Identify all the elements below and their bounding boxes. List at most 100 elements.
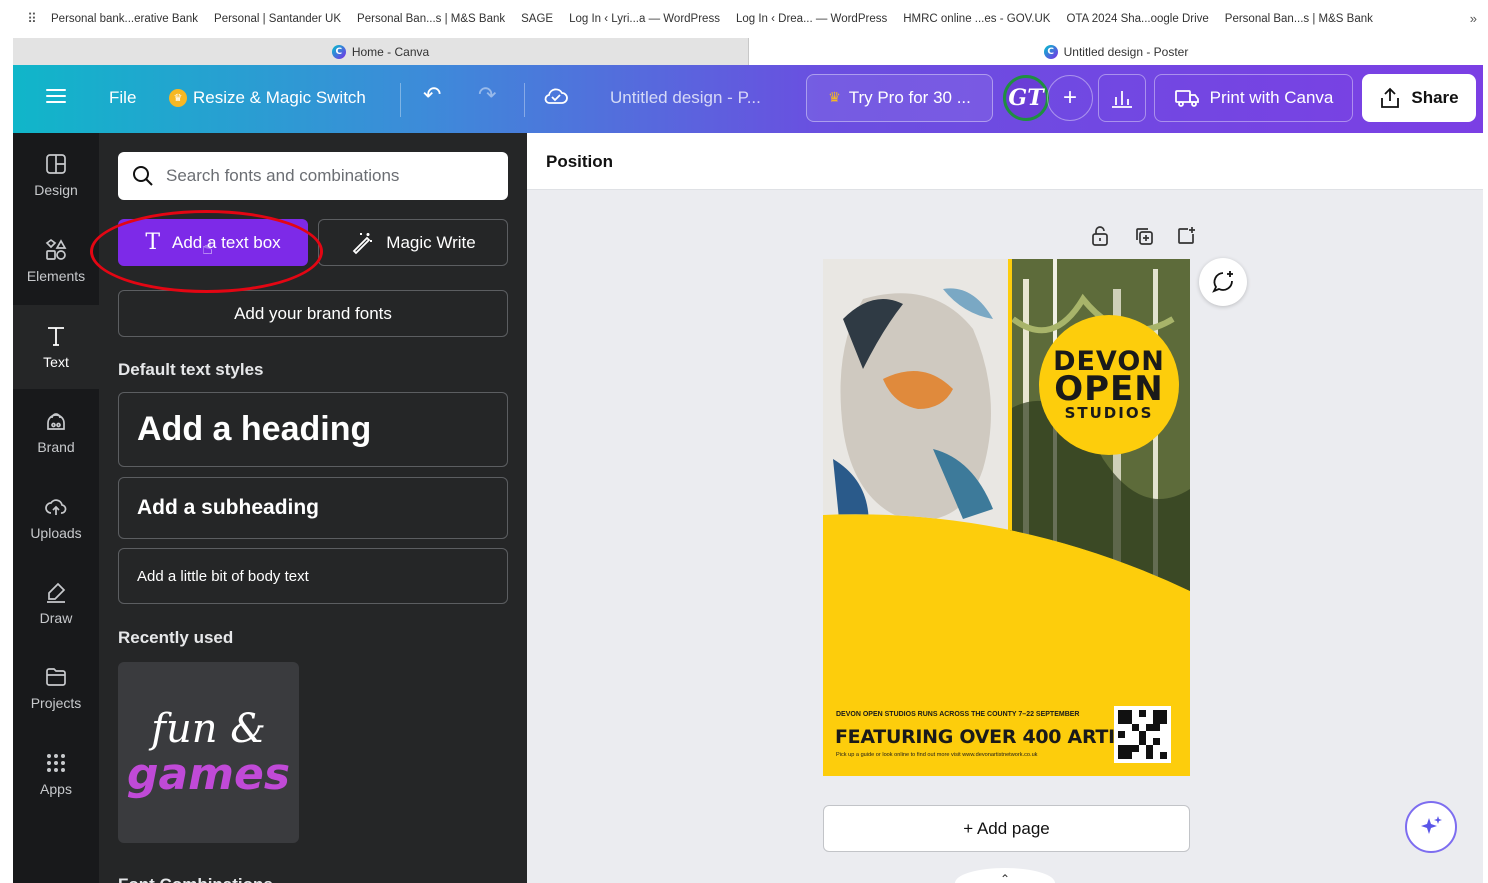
share-button[interactable]: Share [1362, 74, 1476, 122]
apps-icon [47, 754, 65, 772]
magic-wand-icon [353, 232, 373, 254]
projects-icon [46, 668, 66, 686]
apps-grid-icon[interactable]: ⠿ [13, 11, 51, 27]
bar-chart-icon [1112, 91, 1132, 108]
bookmark-item[interactable]: Personal Ban...s | M&S Bank [1225, 13, 1373, 25]
resize-label: Resize & Magic Switch [193, 88, 366, 107]
design-canvas-area: Position DEVON OPEN STUDIOS DEVON OPEN S… [527, 133, 1483, 883]
add-brand-fonts-button[interactable]: Add your brand fonts [118, 290, 508, 337]
bookmark-item[interactable]: Personal Ban...s | M&S Bank [357, 13, 505, 25]
rail-label: Projects [30, 695, 82, 711]
recent-font-line: games [126, 748, 291, 800]
sparkle-icon [1421, 816, 1442, 834]
bookmarks-bar: ⠿ Personal bank...erative Bank Personal … [13, 0, 1483, 38]
poster-design-page[interactable]: DEVON OPEN STUDIOS DEVON OPEN STUDIOS RU… [823, 259, 1190, 776]
qr-code-icon [1114, 706, 1171, 763]
undo-icon[interactable]: ↶ [423, 83, 441, 108]
truck-icon [1174, 90, 1199, 107]
resize-magic-switch-button[interactable]: ♛ Resize & Magic Switch [169, 88, 366, 108]
font-search-box[interactable] [118, 152, 508, 200]
bookmark-item[interactable]: Log In ‹ Lyri...a — WordPress [569, 13, 720, 25]
file-menu-button[interactable]: File [109, 88, 136, 108]
cloud-saved-icon[interactable] [543, 85, 569, 113]
tab-untitled-design[interactable]: C Untitled design - Poster [749, 38, 1483, 65]
add-heading-button[interactable]: Add a heading [118, 392, 508, 467]
try-pro-label: Try Pro for 30 ... [848, 88, 971, 107]
insights-button[interactable] [1098, 74, 1146, 122]
poster-headline: FEATURING OVER 400 ARTISTS [835, 726, 1155, 748]
poster-logo: DEVON OPEN STUDIOS [1039, 348, 1179, 420]
duplicate-page-icon[interactable] [1133, 225, 1155, 247]
default-text-styles-heading: Default text styles [118, 360, 264, 379]
poster-small-top: DEVON OPEN STUDIOS RUNS ACROSS THE COUNT… [836, 711, 1080, 718]
left-rail: Design Elements Text Brand Uploads Draw … [13, 133, 99, 883]
text-icon [48, 327, 64, 346]
rail-item-brand[interactable]: Brand [13, 390, 99, 474]
rail-label: Brand [37, 439, 75, 455]
red-annotation-ellipse [90, 210, 323, 293]
lock-icon[interactable] [1089, 225, 1111, 247]
canva-assistant-button[interactable] [1405, 801, 1457, 853]
editor-header: File ♛ Resize & Magic Switch ↶ ↷ Untitle… [13, 65, 1483, 133]
logo-line: OPEN [1054, 369, 1164, 410]
bookmark-item[interactable]: Log In ‹ Drea... — WordPress [736, 13, 887, 25]
invite-plus-button[interactable]: + [1047, 75, 1093, 121]
user-avatar[interactable]: GT [1003, 75, 1049, 121]
bookmark-item[interactable]: HMRC online ...es - GOV.UK [903, 13, 1050, 25]
bookmark-item[interactable]: Personal | Santander UK [214, 13, 341, 25]
tab-home-canva[interactable]: C Home - Canva [13, 38, 749, 65]
recent-font-line: fun & [151, 705, 266, 752]
magic-write-button[interactable]: Magic Write [318, 219, 508, 266]
share-upload-icon [1381, 87, 1400, 108]
show-pages-handle[interactable]: ⌃ [955, 868, 1055, 883]
rail-item-uploads[interactable]: Uploads [13, 476, 99, 560]
font-combinations-heading: Font Combinations [118, 875, 273, 883]
print-label: Print with Canva [1209, 88, 1334, 107]
font-search-input[interactable] [166, 166, 486, 186]
tab-title: Untitled design - Poster [1063, 44, 1189, 59]
elements-icon [45, 238, 67, 260]
add-page-button[interactable]: + Add page [823, 805, 1190, 852]
print-with-canva-button[interactable]: Print with Canva [1154, 74, 1353, 122]
rail-item-elements[interactable]: Elements [13, 219, 99, 303]
header-divider [524, 83, 525, 117]
more-bookmarks-icon[interactable]: » [1470, 11, 1477, 26]
design-icon [46, 154, 66, 174]
position-button[interactable]: Position [546, 152, 613, 172]
tab-title: Home - Canva [351, 44, 430, 59]
add-comment-button[interactable] [1199, 258, 1247, 306]
rail-label: Text [43, 354, 69, 370]
hamburger-menu-icon[interactable] [46, 85, 66, 107]
document-title[interactable]: Untitled design - P... [610, 88, 761, 108]
rail-label: Elements [26, 268, 86, 284]
redo-icon[interactable]: ↷ [478, 83, 496, 108]
add-subheading-button[interactable]: Add a subheading [118, 477, 508, 539]
canva-favicon-icon: C [1043, 44, 1058, 59]
share-label: Share [1411, 88, 1459, 107]
browser-window: ⠿ Personal bank...erative Bank Personal … [13, 0, 1483, 883]
rail-label: Uploads [30, 525, 82, 541]
crown-icon: ♛ [828, 90, 841, 106]
crown-icon: ♛ [169, 89, 187, 107]
comment-plus-icon [1212, 271, 1233, 293]
rail-label: Design [34, 182, 78, 198]
rail-item-draw[interactable]: Draw [13, 561, 99, 645]
bookmark-item[interactable]: Personal bank...erative Bank [51, 13, 198, 25]
rail-item-apps[interactable]: Apps [13, 732, 99, 816]
try-pro-button[interactable]: ♛ Try Pro for 30 ... [806, 74, 993, 122]
brand-icon [47, 413, 65, 430]
recently-used-heading: Recently used [118, 628, 234, 647]
draw-icon [47, 582, 66, 603]
browser-tabs: C Home - Canva C Untitled design - Poste… [13, 38, 1483, 65]
bookmark-item[interactable]: OTA 2024 Sha...oogle Drive [1066, 13, 1208, 25]
bookmark-item[interactable]: SAGE [521, 13, 553, 25]
position-toolbar: Position [527, 133, 1483, 190]
poster-artwork [823, 259, 1190, 591]
rail-item-text[interactable]: Text [13, 305, 99, 389]
rail-item-projects[interactable]: Projects [13, 646, 99, 730]
rail-item-design[interactable]: Design [13, 133, 99, 217]
recent-font-combo-fun-games[interactable]: fun & games [118, 662, 299, 843]
add-page-icon[interactable] [1175, 225, 1197, 247]
uploads-icon [45, 499, 67, 515]
add-body-text-button[interactable]: Add a little bit of body text [118, 548, 508, 604]
